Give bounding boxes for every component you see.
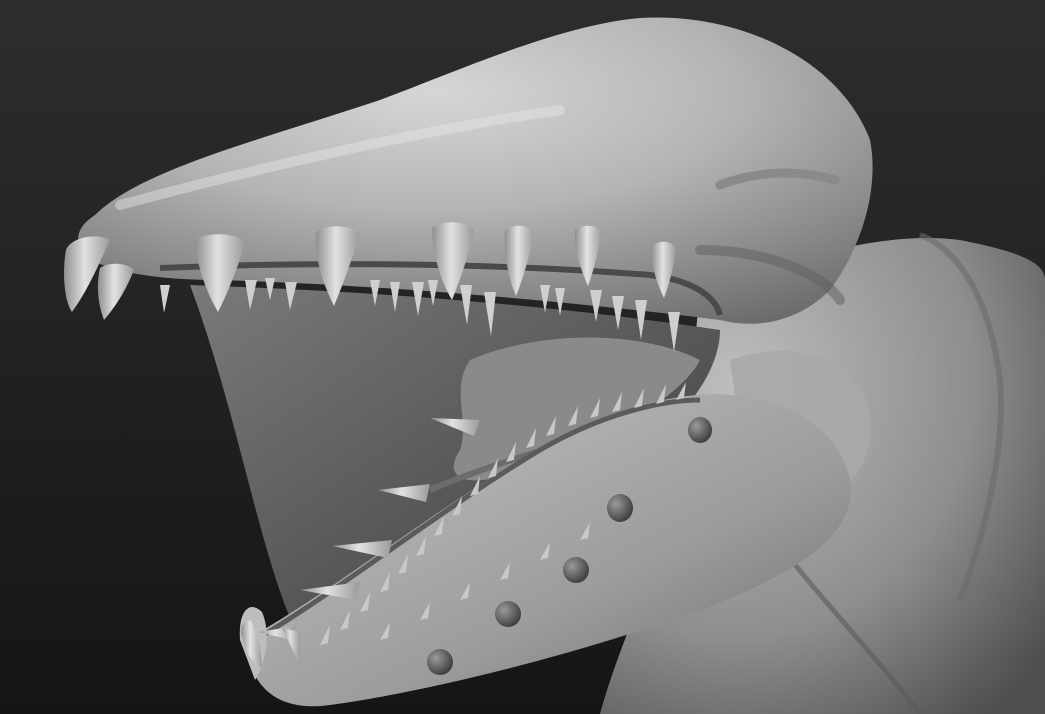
viewport-canvas[interactable] bbox=[0, 0, 1045, 714]
upper-head bbox=[78, 17, 873, 324]
sculpt-render bbox=[64, 17, 1045, 714]
